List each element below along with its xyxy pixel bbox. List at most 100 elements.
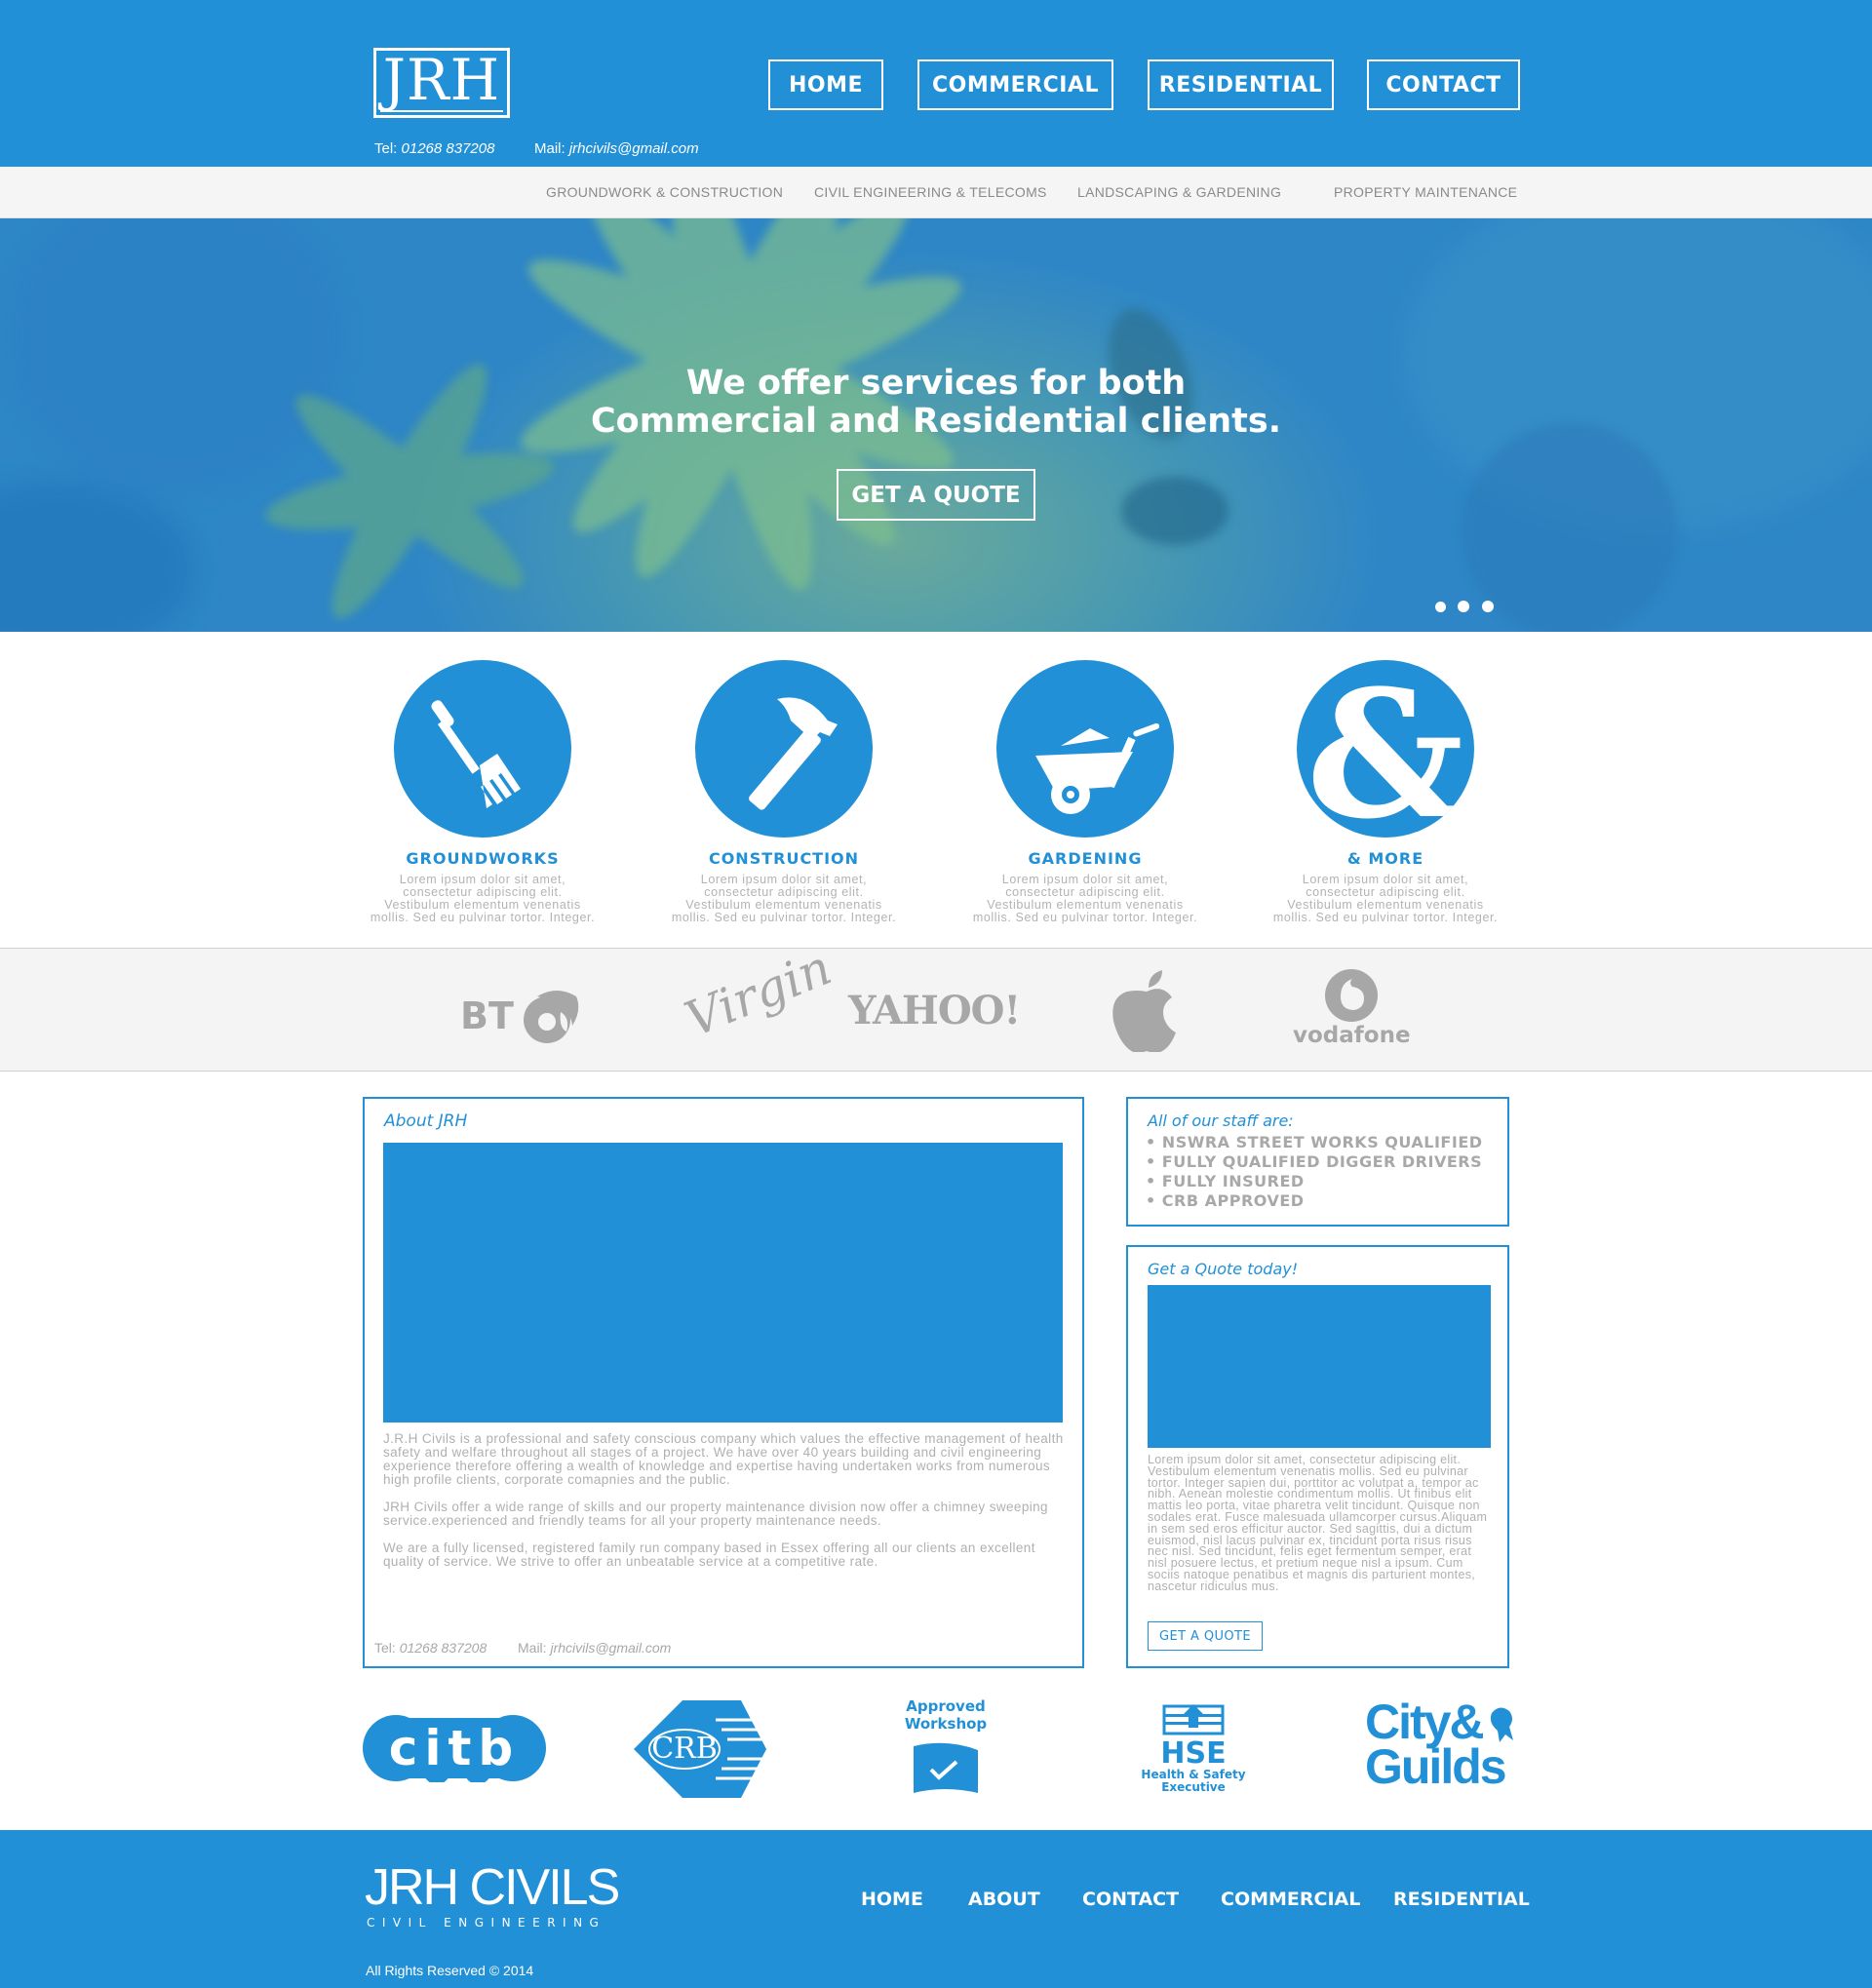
logo-text: JRH (382, 47, 501, 113)
service-text-gardening: Lorem ipsum dolor sit amet, consectetur a… (944, 874, 1227, 924)
about-image-placeholder (383, 1143, 1063, 1423)
hammer-icon (749, 697, 838, 810)
footer-logo[interactable]: JRH CIVILS (365, 1862, 620, 1913)
quote-text: Lorem ipsum dolor sit amet, consectetur … (1148, 1453, 1488, 1593)
gardening-circle[interactable] (996, 660, 1174, 838)
vodafone-logo: vodafone (1293, 967, 1411, 1048)
city-and-guilds-logo: City& Guilds (1365, 1697, 1513, 1794)
nav-contact-button[interactable]: CONTACT (1367, 59, 1520, 110)
about-heading: About JRH (384, 1111, 468, 1131)
apple-logo (1112, 968, 1182, 1057)
bt-logo: BT (460, 983, 584, 1049)
virgin-logo: Virgin (678, 939, 839, 1048)
groundworks-circle[interactable] (394, 660, 571, 838)
hero-get-quote-button[interactable]: GET A QUOTE (837, 469, 1035, 521)
tel-value: 01268 837208 (399, 1640, 488, 1656)
crb-text: CRB (651, 1732, 718, 1766)
text-line: mollis. Sed eu pulvinar tortor. Integer. (370, 911, 596, 924)
staff-list: • NSWRA STREET WORKS QUALIFIED • FULLY Q… (1146, 1133, 1483, 1211)
tel-label: Tel: (374, 1640, 396, 1656)
ampersand-icon: & (1306, 660, 1465, 838)
quote-heading: Get a Quote today! (1148, 1260, 1299, 1278)
hse-line-2: Executive (1161, 1780, 1226, 1794)
text-line: mollis. Sed eu pulvinar tortor. Integer. (671, 911, 897, 924)
approved-workshop-logo: Approved Workshop (897, 1697, 994, 1802)
lion-icon (1490, 1707, 1513, 1742)
service-title-groundworks: GROUNDWORKS (406, 849, 560, 868)
footer-nav-about[interactable]: ABOUT (968, 1889, 1040, 1910)
hse-line-1: Health & Safety (1141, 1768, 1246, 1781)
vodafone-icon (1325, 969, 1378, 1022)
apple-icon (1112, 970, 1176, 1053)
subnav-civil-engineering[interactable]: CIVIL ENGINEERING & TELECOMS (814, 184, 1047, 200)
about-email: Mail: jrhcivils@gmail.com (518, 1640, 671, 1656)
citb-text: citb (388, 1720, 521, 1776)
yahoo-logo: YAHOO! (848, 988, 1021, 1033)
footer-nav-commercial[interactable]: COMMERCIAL (1221, 1889, 1360, 1910)
approved-line-2: Workshop (904, 1715, 988, 1733)
staff-heading: All of our staff are: (1148, 1111, 1294, 1130)
jrh-logo[interactable]: JRH (373, 48, 510, 118)
about-text: J.R.H Civils is a professional and safet… (383, 1432, 1066, 1569)
tel-value: 01268 837208 (401, 140, 495, 157)
slider-dot-1[interactable] (1435, 602, 1446, 612)
subnav-landscaping[interactable]: LANDSCAPING & GARDENING (1077, 184, 1281, 200)
svg-text:&: & (1306, 660, 1465, 838)
hse-crown-icon (1162, 1704, 1225, 1735)
wheelbarrow-icon (1035, 722, 1160, 814)
subnav-property-maintenance[interactable]: PROPERTY MAINTENANCE (1334, 184, 1517, 200)
quote-panel-get-quote-button[interactable]: GET A QUOTE (1148, 1621, 1263, 1651)
site-footer (0, 1830, 1872, 1988)
nav-residential-button[interactable]: RESIDENTIAL (1148, 59, 1334, 110)
service-title-construction: CONSTRUCTION (708, 849, 860, 868)
bt-globe-icon (524, 991, 579, 1043)
quote-image-placeholder (1148, 1285, 1491, 1448)
mail-label: Mail: (534, 140, 566, 157)
subnav-groundwork[interactable]: GROUNDWORK & CONSTRUCTION (546, 184, 783, 200)
mail-label: Mail: (518, 1640, 547, 1656)
more-circle[interactable]: & (1297, 660, 1474, 838)
service-text-construction: Lorem ipsum dolor sit amet, consectetur a… (643, 874, 925, 924)
footer-logo-subtitle: CIVIL ENGINEERING (367, 1916, 606, 1930)
about-paragraph-1: J.R.H Civils is a professional and safet… (383, 1431, 1064, 1487)
staff-item-text: CRB APPROVED (1161, 1191, 1305, 1210)
crb-logo: CRB (634, 1698, 766, 1800)
mail-value[interactable]: jrhcivils@gmail.com (569, 140, 699, 157)
approved-flag-icon (914, 1742, 978, 1793)
about-phone: Tel: 01268 837208 (374, 1640, 487, 1656)
vodafone-text: vodafone (1293, 1023, 1411, 1048)
service-text-more: Lorem ipsum dolor sit amet, consectetur a… (1244, 874, 1527, 924)
staff-item: • FULLY INSURED (1146, 1172, 1305, 1190)
citb-logo: citb (363, 1714, 546, 1784)
footer-nav-home[interactable]: HOME (861, 1889, 923, 1910)
bt-text: BT (460, 994, 514, 1037)
hero-line-1: We offer services for both (685, 364, 1187, 403)
footer-nav-contact[interactable]: CONTACT (1082, 1889, 1179, 1910)
staff-item-text: FULLY QUALIFIED DIGGER DRIVERS (1161, 1152, 1483, 1171)
service-title-gardening: GARDENING (1028, 849, 1143, 868)
service-text-groundworks: Lorem ipsum dolor sit amet, consectetur a… (341, 874, 624, 924)
approved-line-1: Approved (906, 1697, 986, 1715)
fork-spade-icon (431, 700, 521, 808)
cg-line-2: Guilds (1365, 1739, 1507, 1794)
service-title-more: & MORE (1346, 849, 1424, 868)
staff-item-text: NSWRA STREET WORKS QUALIFIED (1161, 1133, 1483, 1151)
text-line: mollis. Sed eu pulvinar tortor. Integer. (1272, 911, 1499, 924)
staff-item: • NSWRA STREET WORKS QUALIFIED (1146, 1133, 1483, 1151)
header-email: Mail: jrhcivils@gmail.com (534, 140, 699, 157)
footer-nav-residential[interactable]: RESIDENTIAL (1393, 1889, 1530, 1910)
header-phone: Tel: 01268 837208 (374, 140, 494, 157)
slider-dot-3[interactable] (1482, 601, 1494, 612)
about-paragraph-3: We are a fully licensed, registered fami… (383, 1540, 1035, 1569)
staff-item: • CRB APPROVED (1146, 1191, 1305, 1210)
hse-text: HSE (1160, 1736, 1227, 1771)
construction-circle[interactable] (695, 660, 873, 838)
slider-dot-2[interactable] (1458, 601, 1469, 612)
nav-commercial-button[interactable]: COMMERCIAL (917, 59, 1113, 110)
hero-headline: We offer services for both Commercial an… (0, 365, 1872, 441)
staff-item-text: FULLY INSURED (1161, 1172, 1305, 1190)
text-line: mollis. Sed eu pulvinar tortor. Integer. (972, 911, 1198, 924)
nav-home-button[interactable]: HOME (768, 59, 883, 110)
tel-label: Tel: (374, 140, 398, 157)
mail-value[interactable]: jrhcivils@gmail.com (550, 1640, 671, 1656)
